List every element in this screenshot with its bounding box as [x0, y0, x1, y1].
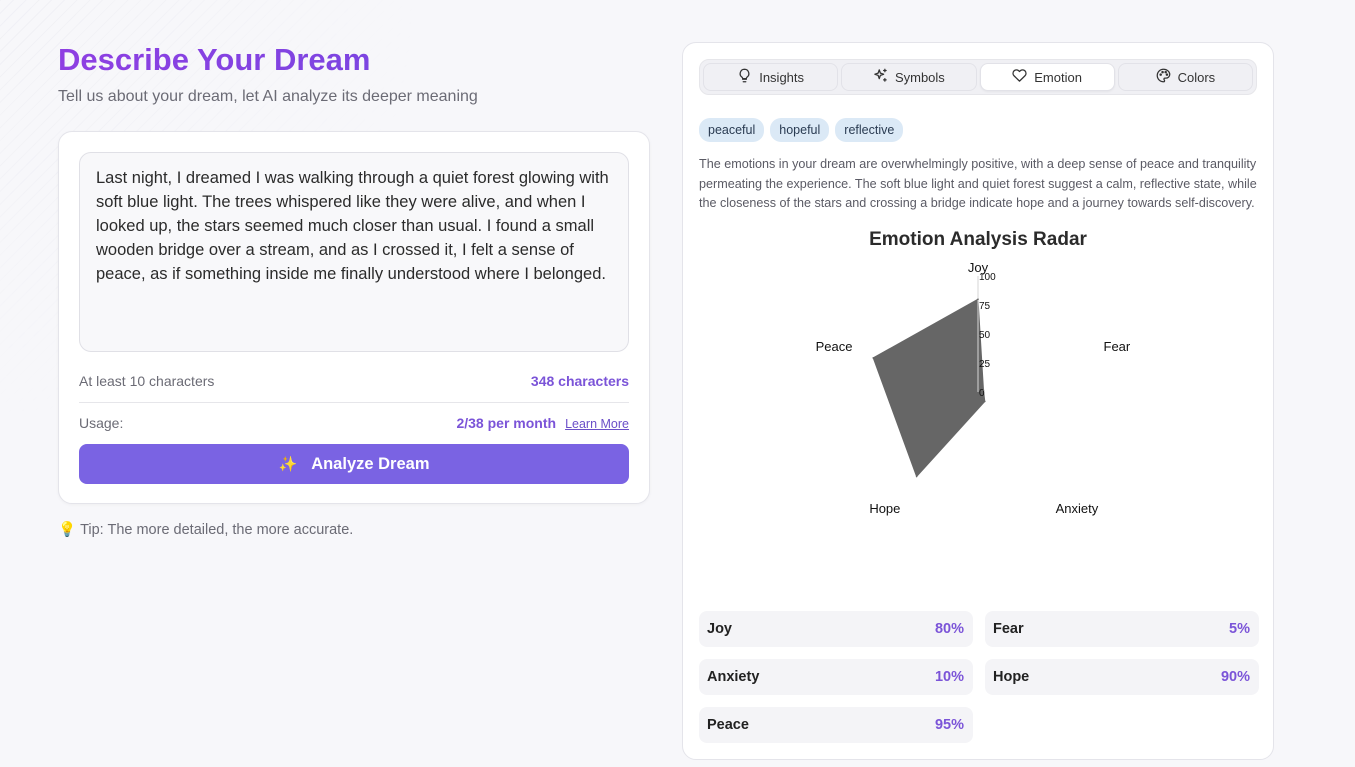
divider: [79, 402, 629, 403]
analyze-button-label: Analyze Dream: [311, 454, 430, 473]
analysis-panel: Insights Symbols Emotion Colors peaceful…: [682, 42, 1274, 760]
analyze-dream-button[interactable]: ✨ Analyze Dream: [79, 444, 629, 484]
stat-peace: Peace 95%: [699, 707, 973, 743]
radar-category-label: Hope: [869, 501, 900, 516]
min-length-hint: At least 10 characters: [79, 373, 215, 389]
stat-joy: Joy 80%: [699, 611, 973, 647]
lightbulb-icon: 💡: [58, 522, 77, 538]
stat-name: Fear: [993, 621, 1024, 637]
tab-label: Emotion: [1034, 69, 1082, 85]
tab-insights[interactable]: Insights: [703, 63, 839, 91]
stat-value: 95%: [934, 717, 964, 733]
radar-tick-label: 25: [979, 359, 991, 370]
emotion-tags: peaceful hopeful reflective: [699, 118, 1257, 142]
dream-textarea[interactable]: Last night, I dreamed I was walking thro…: [79, 152, 629, 352]
radar-tick-label: 75: [979, 301, 991, 312]
analysis-tabs: Insights Symbols Emotion Colors: [699, 59, 1257, 95]
radar-category-label: Fear: [1104, 339, 1131, 354]
radar-point: [984, 400, 986, 402]
emotion-radar-chart: 0 25 50 75 100 Joy Fear Anxiety Hope Peace: [699, 253, 1257, 583]
usage-info: 2/38 per month Learn More: [456, 415, 629, 431]
stat-fear: Fear 5%: [985, 611, 1259, 647]
lightbulb-icon: [737, 68, 752, 86]
tab-colors[interactable]: Colors: [1117, 63, 1253, 91]
sparkle-icon: ✨: [278, 456, 298, 473]
emotion-description: The emotions in your dream are overwhelm…: [699, 157, 1257, 211]
stat-name: Hope: [993, 669, 1030, 685]
radar-category-label: Anxiety: [1056, 501, 1099, 516]
tab-label: Colors: [1177, 69, 1216, 85]
radar-category-label: Joy: [968, 260, 989, 275]
tip-text: Tip: The more detailed, the more accurat…: [80, 521, 354, 538]
emotion-tag: reflective: [835, 118, 904, 142]
palette-icon: [1156, 68, 1171, 86]
heart-icon: [1012, 68, 1027, 86]
stat-anxiety: Anxiety 10%: [699, 659, 973, 695]
tip: 💡 Tip: The more detailed, the more accur…: [58, 521, 650, 539]
stat-name: Peace: [707, 717, 749, 733]
stat-value: 10%: [934, 669, 964, 685]
usage-row: Usage: 2/38 per month Learn More: [79, 414, 629, 432]
radar-point: [982, 389, 985, 391]
radar-category-label: Peace: [816, 339, 853, 354]
radar-tick-label: 50: [979, 330, 991, 341]
dream-input-card: Last night, I dreamed I was walking thro…: [58, 131, 650, 504]
stat-hope: Hope 90%: [985, 659, 1259, 695]
usage-label: Usage:: [79, 415, 124, 431]
page-title: Describe Your Dream: [58, 42, 650, 78]
radar-series-area: [872, 298, 986, 478]
char-count-row: At least 10 characters 348 characters: [79, 372, 629, 390]
emotion-tag: peaceful: [699, 118, 765, 142]
radar-svg: 0255075100JoyFearAnxietyHopePeace: [816, 260, 1131, 516]
radar-point: [915, 475, 918, 478]
stat-value: 80%: [934, 621, 964, 637]
tab-label: Symbols: [894, 69, 945, 85]
tab-emotion[interactable]: Emotion: [979, 63, 1115, 91]
radar-chart-title: Emotion Analysis Radar: [869, 228, 1087, 250]
stat-value: 5%: [1229, 621, 1250, 637]
stat-name: Anxiety: [707, 669, 760, 685]
radar-point: [872, 356, 874, 359]
learn-more-link[interactable]: Learn More: [565, 417, 629, 431]
tab-label: Insights: [759, 69, 805, 85]
stat-name: Joy: [707, 621, 732, 637]
usage-value: 2/38 per month: [456, 415, 557, 431]
page-subtitle: Tell us about your dream, let AI analyze…: [58, 88, 478, 105]
dream-input-section: Describe Your Dream Tell us about your d…: [58, 42, 650, 538]
radar-point: [977, 298, 979, 300]
stat-value: 90%: [1220, 669, 1250, 685]
tab-symbols[interactable]: Symbols: [841, 63, 977, 91]
sparkles-icon: [873, 68, 888, 86]
emotion-stats: Joy 80% Fear 5% Anxiety 10% Hope 90% Pea…: [699, 611, 1259, 743]
radar-tick-label: 0: [979, 388, 985, 399]
char-count: 348 characters: [530, 373, 629, 389]
emotion-tag: hopeful: [770, 118, 830, 142]
